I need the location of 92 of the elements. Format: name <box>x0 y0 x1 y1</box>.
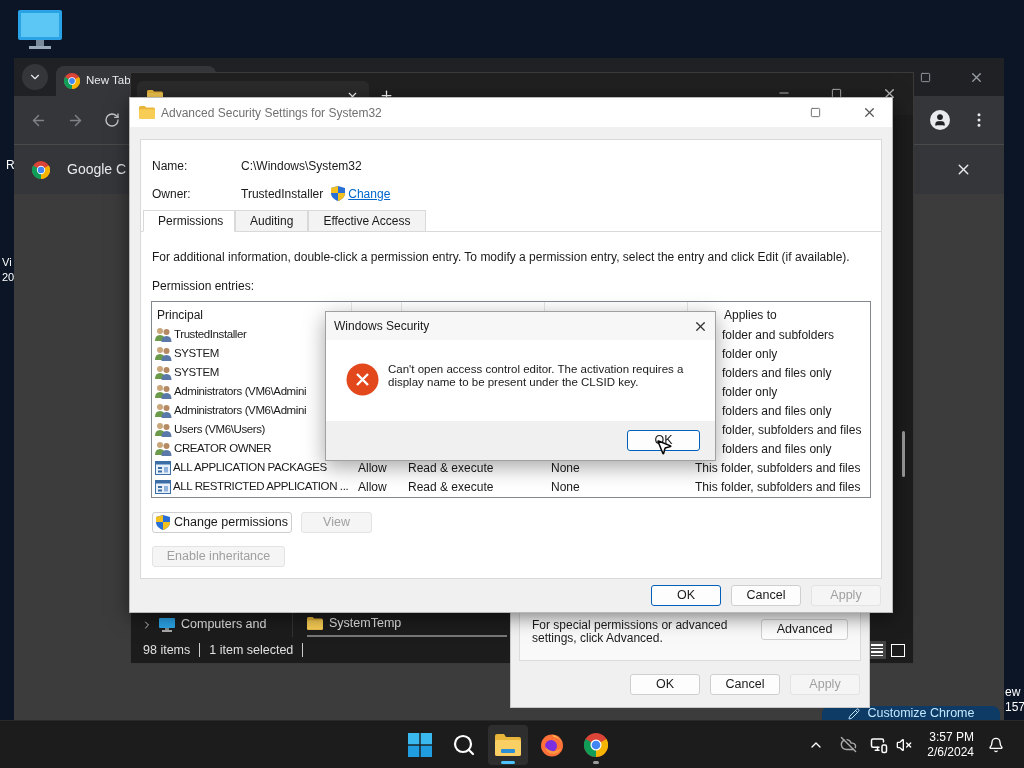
table-cell: folder, subfolders and files <box>722 422 862 437</box>
desktop-label: 20 <box>2 270 15 285</box>
monitor-icon[interactable] <box>18 10 62 50</box>
advanced-note: For special permissions or advanced settings, click Advanced. <box>532 619 729 645</box>
table-cell-text: ALL APPLICATION PACKAGES <box>173 459 327 475</box>
muted-speaker-icon[interactable] <box>896 736 913 753</box>
field-label: Owner: <box>152 185 192 203</box>
tab-menu-button[interactable] <box>22 64 48 90</box>
error-icon <box>346 363 379 396</box>
table-cell-text: SYSTEM <box>174 345 219 361</box>
desktop-label: 157 <box>1005 700 1024 715</box>
table-cell-text: TrustedInstaller <box>174 326 247 342</box>
cloud-off-icon[interactable] <box>840 736 858 753</box>
error-message: Can't open access control editor. The activation requires a display name to be present under the CLSID key. <box>388 362 685 389</box>
table-cell: This folder, subfolders and files <box>695 479 861 494</box>
dialog-button[interactable]: OK <box>651 585 721 606</box>
notification-icon[interactable] <box>988 736 1004 753</box>
pencil-icon <box>847 708 860 720</box>
folder-icon <box>139 106 155 119</box>
maximize-icon[interactable] <box>831 88 842 99</box>
table-cell: Allow <box>358 460 387 475</box>
app-package-icon <box>155 460 171 475</box>
table-cell-text: Users (VM6\Users) <box>174 421 265 437</box>
user-group-icon <box>155 422 172 437</box>
tab[interactable]: Permissions <box>143 210 235 232</box>
user-group-icon <box>155 365 172 380</box>
change-link[interactable]: Change <box>348 184 391 203</box>
desktop-label: R <box>6 158 15 172</box>
table-cell: This folder, subfolders and files <box>695 460 861 475</box>
windows-start-icon[interactable] <box>408 732 432 757</box>
scrollbar-thumb[interactable] <box>902 431 905 477</box>
firefox-icon[interactable] <box>540 732 564 757</box>
table-cell: folders and files only <box>722 441 832 456</box>
column-header[interactable]: Applies to <box>724 308 777 322</box>
file-explorer-icon[interactable] <box>495 733 521 756</box>
info-text: For additional information, double-click a permission entry. To modify a permission entry, select the entry and click Edit (if available). <box>151 249 851 266</box>
table-cell: None <box>551 460 580 475</box>
table-cell: folder and subfolders <box>722 327 835 342</box>
status-text: 98 items <box>143 641 191 659</box>
tab[interactable]: Auditing <box>235 210 309 232</box>
close-icon[interactable] <box>862 105 877 120</box>
table-cell: folders and files only <box>722 403 832 418</box>
window-title: Windows Security <box>334 318 430 335</box>
table-cell: Allow <box>358 479 387 494</box>
chrome-logo-icon <box>64 73 80 89</box>
info-bar-text: Google C <box>67 160 127 179</box>
chrome-logo-icon <box>32 160 50 179</box>
column-header[interactable]: Principal <box>157 308 204 322</box>
network-icon[interactable] <box>870 735 889 754</box>
table-cell-text: Administrators (VM6\Admini <box>174 402 307 418</box>
tiles-view-icon[interactable] <box>891 643 905 657</box>
tab[interactable]: Effective Access <box>308 210 426 232</box>
dialog-button[interactable]: Cancel <box>731 585 801 606</box>
computer-icon <box>159 617 175 632</box>
customize-chrome-button[interactable]: Customize Chrome <box>822 706 1000 720</box>
table-cell-text: SYSTEM <box>174 364 219 380</box>
desktop-label: ew <box>1005 685 1022 700</box>
table-cell: None <box>551 479 580 494</box>
window-title: Advanced Security Settings for System32 <box>161 104 382 122</box>
profile-icon[interactable] <box>930 110 950 130</box>
field-label: Name: <box>152 157 189 175</box>
dialog-button[interactable]: OK <box>630 673 700 695</box>
section-label: Permission entries: <box>151 278 256 295</box>
table-cell-text: Administrators (VM6\Admini <box>174 383 307 399</box>
clock[interactable]: 3:57 PM 2/6/2024 <box>927 729 974 760</box>
shield-icon <box>156 515 170 530</box>
table-cell: Read & execute <box>408 479 494 494</box>
chrome-logo-icon <box>584 732 608 757</box>
field-value: C:\Windows\System32 <box>241 157 362 175</box>
dialog-button[interactable]: Cancel <box>710 673 780 695</box>
user-group-icon <box>155 441 172 456</box>
user-group-icon <box>155 384 172 399</box>
change-permissions-button[interactable]: Change permissions <box>152 512 292 533</box>
reload-icon[interactable] <box>104 112 120 128</box>
search-icon[interactable] <box>452 732 476 757</box>
desktop-label: Vi <box>2 255 13 270</box>
shield-icon <box>331 186 346 201</box>
user-group-icon <box>155 403 172 418</box>
table-cell: folders and files only <box>722 365 832 380</box>
table-cell-text: ALL RESTRICTED APPLICATION ... <box>173 478 349 494</box>
advanced-button[interactable]: Advanced <box>761 619 848 640</box>
app-package-icon <box>155 479 171 494</box>
user-group-icon <box>155 346 172 361</box>
user-group-icon <box>155 327 172 342</box>
table-cell: folder only <box>722 384 778 399</box>
nav-item[interactable]: Computers and <box>141 615 292 634</box>
folder-icon <box>307 617 323 630</box>
table-cell: folder only <box>722 346 778 361</box>
status-text: 1 item selected <box>209 641 294 659</box>
table-cell-text: CREATOR OWNER <box>174 440 272 456</box>
field-value: TrustedInstaller <box>241 185 324 203</box>
table-cell: Read & execute <box>408 460 494 475</box>
